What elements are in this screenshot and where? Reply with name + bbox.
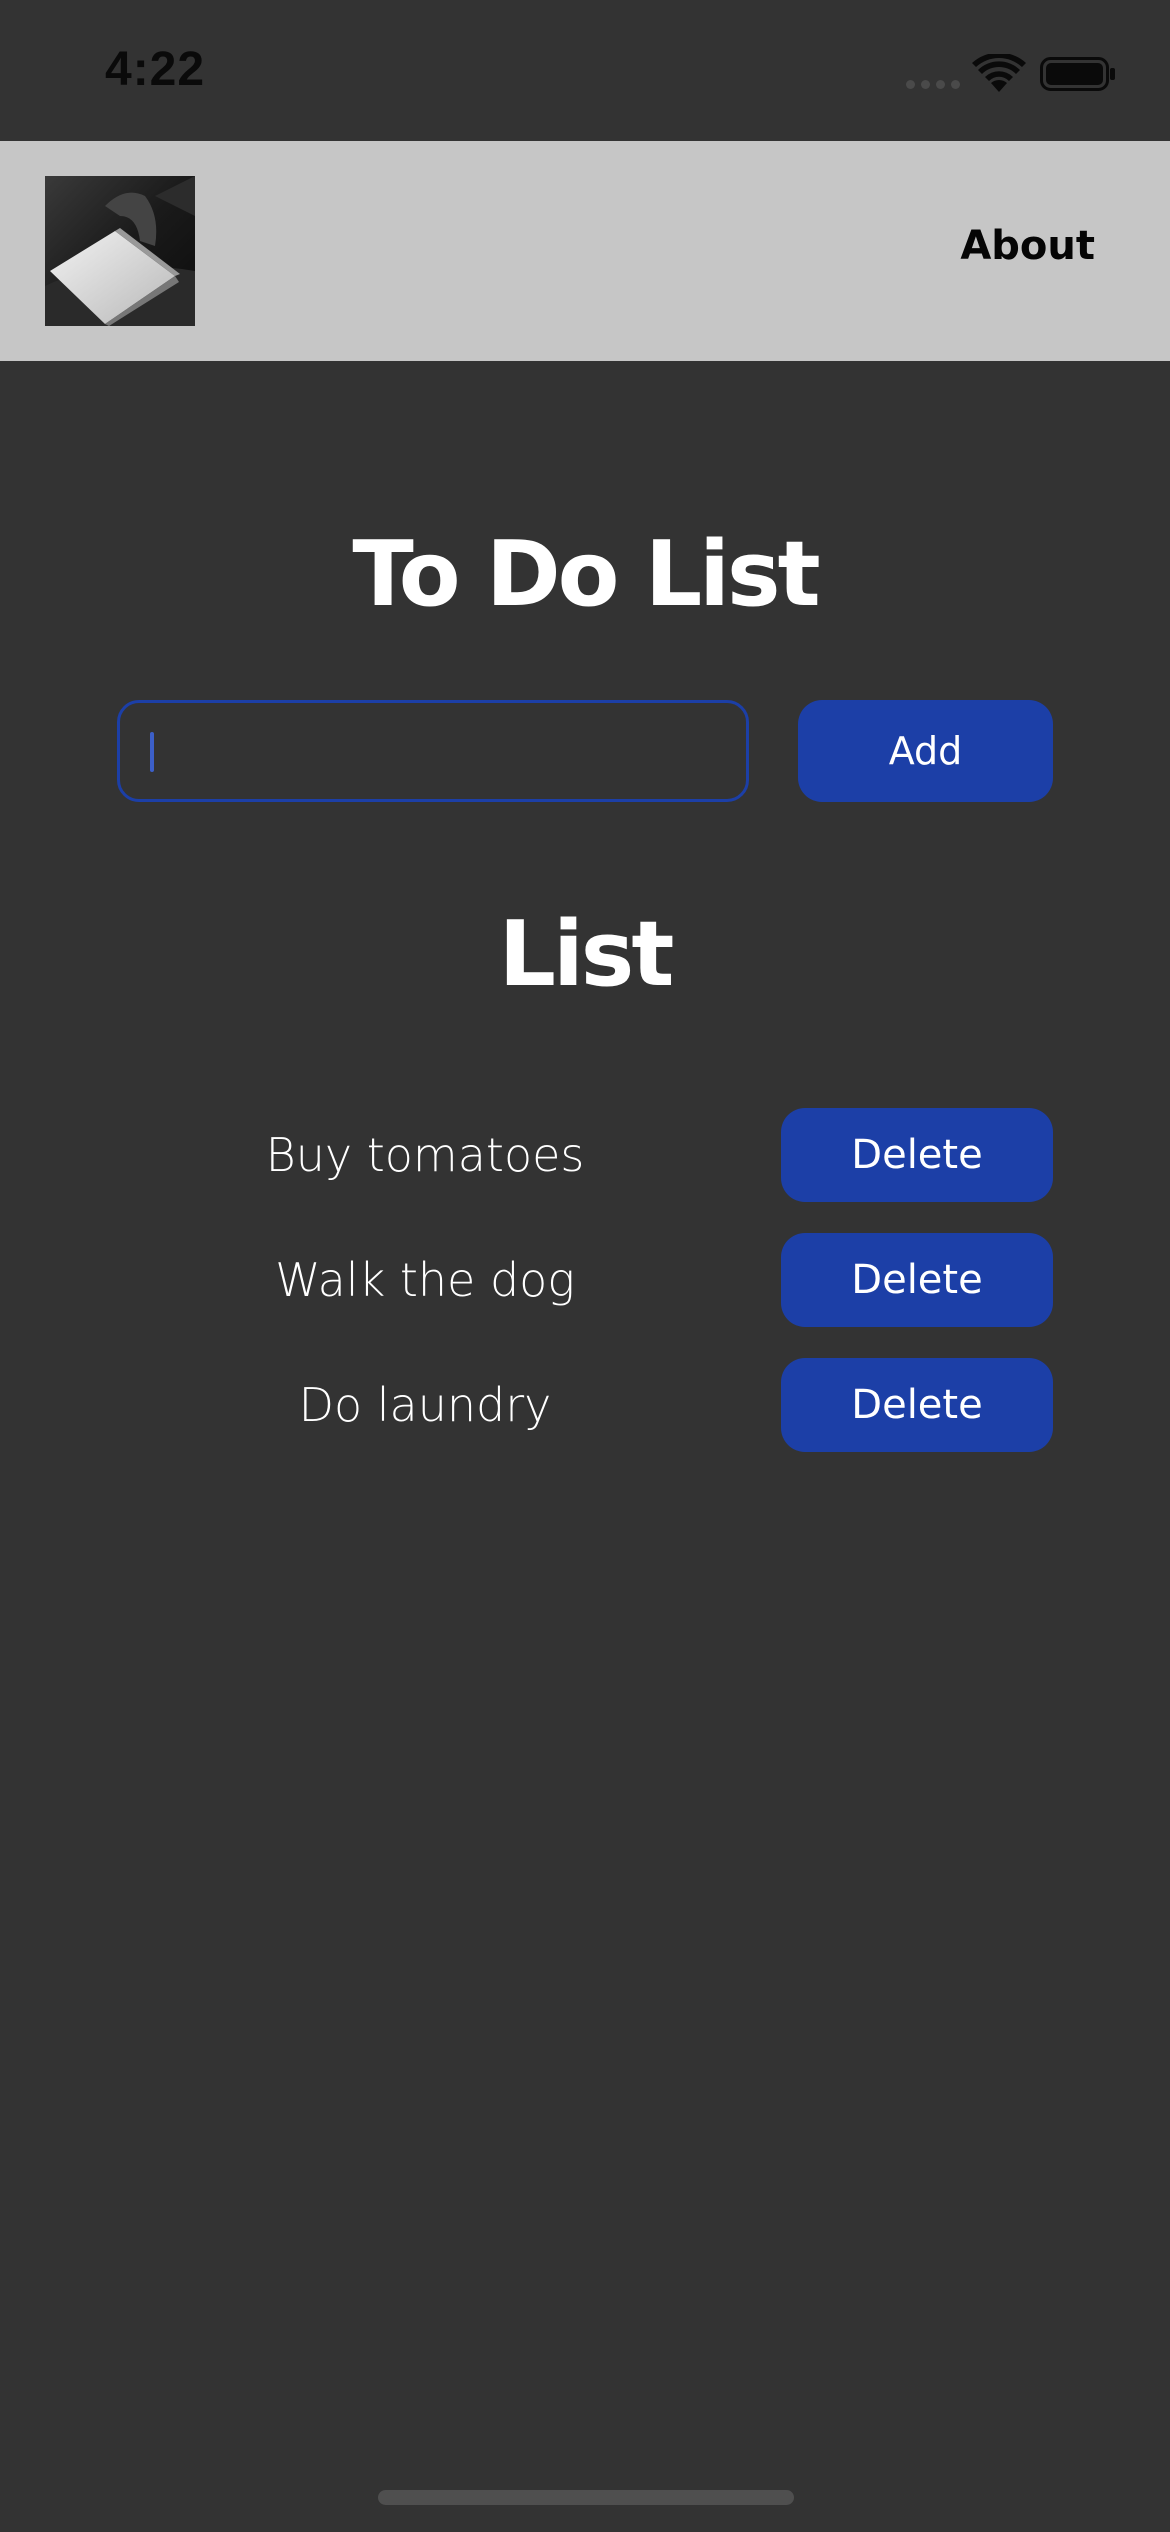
todo-item-text: Do laundry bbox=[298, 1378, 552, 1432]
status-bar: 4:22 bbox=[0, 0, 1170, 141]
todo-item-text: Buy tomatoes bbox=[265, 1128, 585, 1182]
delete-button[interactable]: Delete bbox=[781, 1233, 1053, 1327]
list-item: Do laundry Delete bbox=[0, 1358, 1170, 1452]
wifi-icon bbox=[972, 54, 1026, 92]
list-item: Walk the dog Delete bbox=[0, 1233, 1170, 1327]
list-item: Buy tomatoes Delete bbox=[0, 1108, 1170, 1202]
logo-image[interactable] bbox=[45, 176, 195, 326]
signal-icon bbox=[906, 80, 960, 90]
battery-icon bbox=[1040, 57, 1115, 91]
about-link[interactable]: About bbox=[960, 223, 1095, 269]
text-cursor bbox=[150, 732, 154, 772]
page-title: To Do List bbox=[352, 522, 820, 627]
todo-input[interactable] bbox=[117, 700, 749, 802]
delete-button[interactable]: Delete bbox=[781, 1358, 1053, 1452]
todo-list: Buy tomatoes Delete Walk the dog Delete … bbox=[0, 1108, 1170, 1483]
delete-button[interactable]: Delete bbox=[781, 1108, 1053, 1202]
add-button[interactable]: Add bbox=[798, 700, 1053, 802]
nav-bar: About bbox=[0, 141, 1170, 361]
home-indicator[interactable] bbox=[378, 2490, 794, 2505]
list-heading: List bbox=[498, 902, 675, 1007]
todo-item-text: Walk the dog bbox=[275, 1253, 575, 1307]
status-time: 4:22 bbox=[105, 43, 206, 96]
